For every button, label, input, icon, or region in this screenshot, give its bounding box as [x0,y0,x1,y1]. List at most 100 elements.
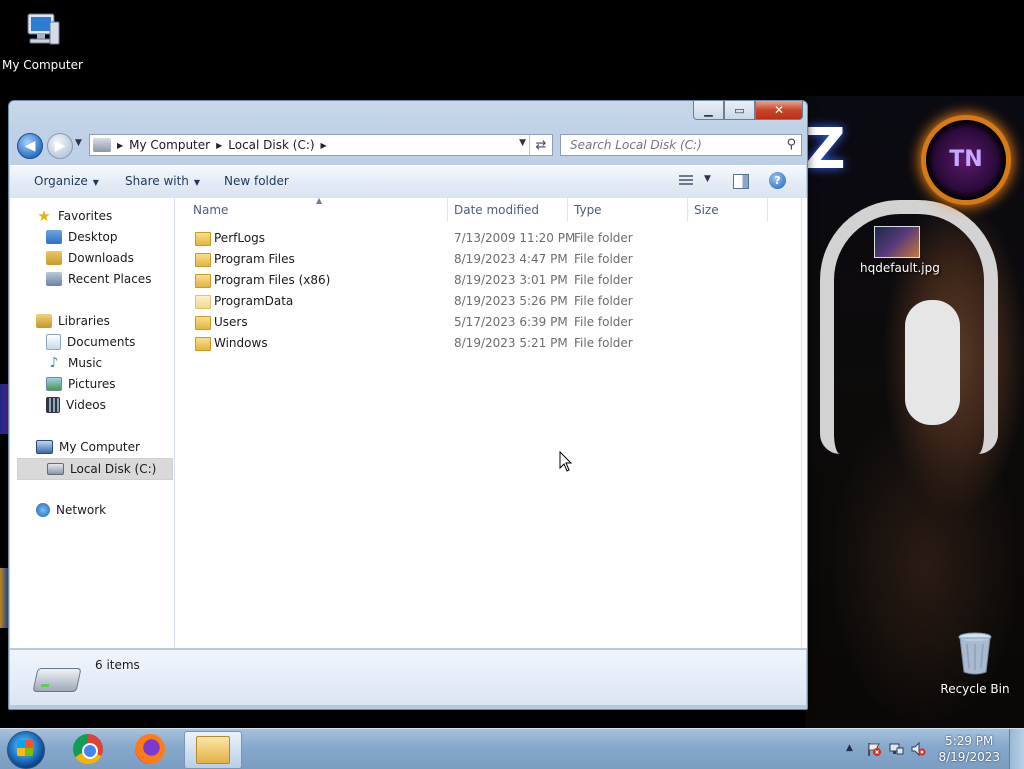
item-count: 6 items [95,658,140,672]
nav-item-desktop[interactable]: Desktop [46,227,118,247]
column-divider[interactable] [447,198,448,222]
wallpaper-tn-badge: TN [926,120,1006,200]
libraries-icon [36,314,52,328]
drive-icon [47,463,64,475]
column-divider[interactable] [767,198,768,222]
file-row[interactable]: Program Files (x86) 8/19/2023 3:01 PM Fi… [175,270,801,291]
maximize-button[interactable]: ▭ [724,101,755,120]
image-thumbnail-icon [874,226,920,258]
address-history-dropdown[interactable]: ▼ [519,138,526,148]
file-name: Users [214,315,248,329]
desktop-folder-icon [46,230,62,244]
taskbar: ▲ 5:29 PM 8/19/2023 [0,728,1024,769]
help-icon[interactable]: ? [769,172,786,189]
desktop-icon-my-computer[interactable]: My Computer [2,8,83,72]
folder-icon [195,337,211,351]
share-with-button[interactable]: Share with ▼ [125,174,200,188]
file-type: File folder [574,231,633,245]
nav-item-recent-places[interactable]: Recent Places [46,269,151,289]
search-box[interactable]: ⚲ [560,134,802,156]
file-row[interactable]: PerfLogs 7/13/2009 11:20 PM File folder [175,228,801,249]
arrow-left-icon: ◀ [24,138,36,154]
breadcrumb-separator-icon[interactable]: ▶ [321,141,327,150]
change-view-icon[interactable] [679,175,693,186]
network-icon [36,503,50,517]
breadcrumb-separator-icon[interactable]: ▶ [117,141,123,150]
downloads-folder-icon [46,251,62,265]
nav-item-label: Pictures [68,377,116,391]
nav-item-pictures[interactable]: Pictures [46,374,116,394]
file-date: 8/19/2023 5:26 PM [454,294,568,308]
star-icon: ★ [37,207,51,225]
file-type: File folder [574,315,633,329]
nav-item-libraries[interactable]: Libraries [36,311,110,331]
file-date: 5/17/2023 6:39 PM [454,315,568,329]
folder-icon [195,253,211,267]
file-name: PerfLogs [214,231,266,245]
minimize-button[interactable]: ▁ [693,101,724,120]
taskbar-explorer[interactable] [184,731,242,769]
clock[interactable]: 5:29 PM 8/19/2023 [938,733,1000,765]
folder-icon [195,232,211,246]
refresh-icon: ⇄ [535,137,547,153]
show-hidden-icons-button[interactable]: ▲ [846,743,853,753]
nav-item-favorites[interactable]: ★ Favorites [36,206,112,226]
nav-item-my-computer[interactable]: My Computer [36,437,140,457]
navigation-row: ◀ ▶ ▼ ▶ My Computer ▶ Local Disk (C:) ▶ … [15,131,802,159]
file-row[interactable]: Windows 8/19/2023 5:21 PM File folder [175,333,801,354]
taskbar-chrome[interactable] [60,731,116,767]
preview-pane-icon[interactable] [733,174,749,189]
column-header-type[interactable]: Type [574,198,602,222]
chevron-down-icon: ▼ [193,178,201,187]
nav-item-label: Documents [67,335,136,349]
action-center-flag-icon[interactable] [866,741,882,757]
file-list: Name ▲ Date modified Type Size PerfLogs … [175,196,801,648]
file-date: 8/19/2023 4:47 PM [454,252,568,266]
address-bar[interactable]: ▶ My Computer ▶ Local Disk (C:) ▶ ▼ ⇄ [89,134,553,156]
column-header-size[interactable]: Size [694,198,719,222]
pictures-icon [46,377,62,391]
breadcrumb-local-disk[interactable]: Local Disk (C:) [228,138,314,152]
desktop-icon-label: Recycle Bin [940,682,1010,696]
forward-button[interactable]: ▶ [47,133,73,159]
nav-item-network[interactable]: Network [36,500,106,520]
show-desktop-button[interactable] [1009,729,1024,769]
search-input[interactable] [568,137,777,153]
file-type: File folder [574,294,633,308]
nav-item-videos[interactable]: Videos [46,395,106,415]
nav-item-downloads[interactable]: Downloads [46,248,134,268]
file-row[interactable]: ProgramData 8/19/2023 5:26 PM File folde… [175,291,801,312]
network-status-icon[interactable] [888,741,904,757]
command-bar: Organize ▼ Share with ▼ New folder ▼ ? [10,165,806,199]
column-header-name[interactable]: Name [193,198,228,222]
column-divider[interactable] [567,198,568,222]
search-icon[interactable]: ⚲ [786,137,796,152]
organize-button[interactable]: Organize ▼ [34,174,99,188]
volume-muted-icon[interactable] [910,741,926,757]
drive-icon [32,668,82,692]
column-header-date-modified[interactable]: Date modified [454,198,539,222]
back-button[interactable]: ◀ [17,133,43,159]
nav-item-music[interactable]: ♪ Music [46,353,103,373]
breadcrumb-my-computer[interactable]: My Computer [129,138,210,152]
refresh-button[interactable]: ⇄ [529,135,552,155]
desktop-icon-recycle-bin[interactable]: Recycle Bin [940,630,1010,696]
list-edge [801,198,807,648]
nav-item-documents[interactable]: Documents [46,332,135,352]
file-row[interactable]: Program Files 8/19/2023 4:47 PM File fol… [175,249,801,270]
view-options-dropdown[interactable]: ▼ [704,174,711,184]
folder-icon [195,316,211,330]
recent-pages-dropdown[interactable]: ▼ [75,138,82,148]
column-divider[interactable] [687,198,688,222]
close-button[interactable]: ✕ [755,101,803,120]
file-row[interactable]: Users 5/17/2023 6:39 PM File folder [175,312,801,333]
wallpaper-logo-letter: Z [805,117,846,182]
recycle-bin-icon [958,632,992,675]
nav-item-local-disk[interactable]: Local Disk (C:) [17,458,173,480]
taskbar-firefox[interactable] [122,731,178,767]
new-folder-button[interactable]: New folder [224,174,289,188]
breadcrumb-separator-icon[interactable]: ▶ [216,141,222,150]
desktop-icon-hqdefault[interactable]: hqdefault.jpg [860,226,940,275]
mouse-pointer-icon [559,451,573,472]
nav-item-label: Desktop [68,230,118,244]
